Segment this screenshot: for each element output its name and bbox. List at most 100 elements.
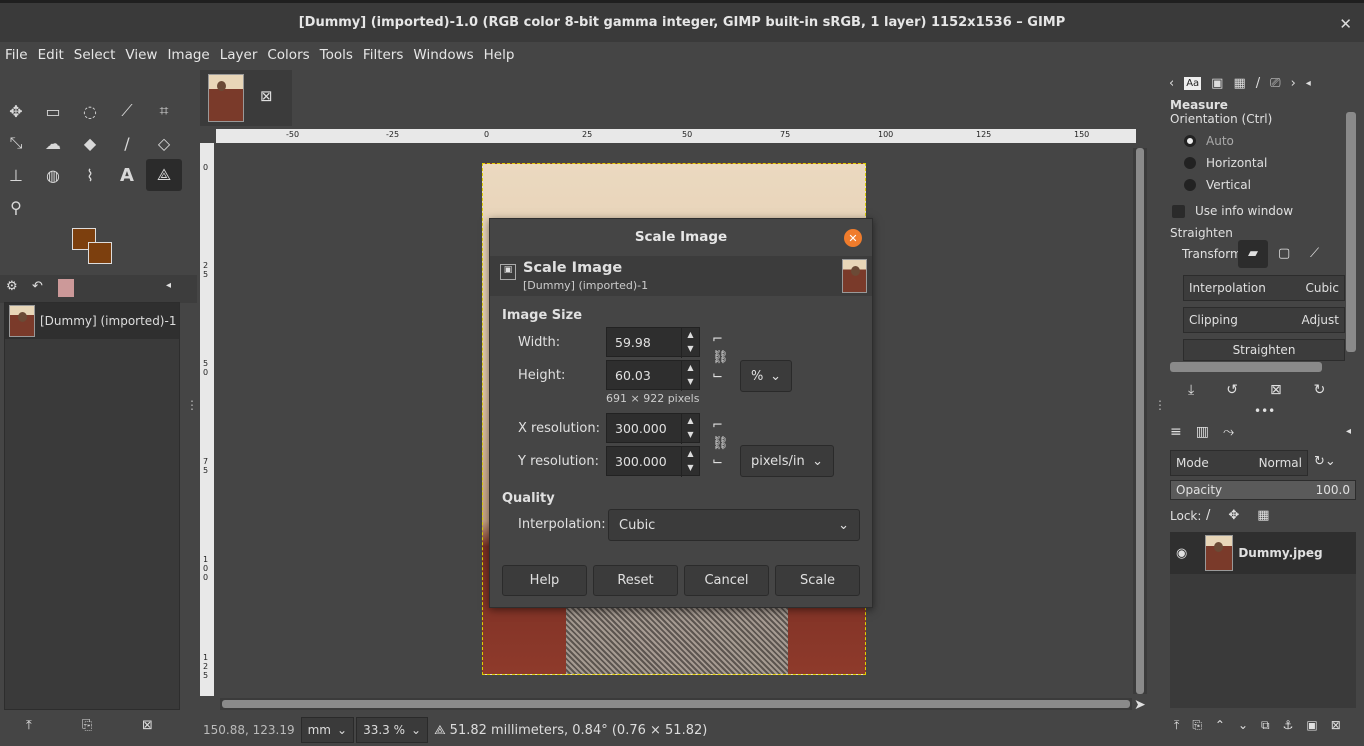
text-tool-icon[interactable]: A: [116, 164, 138, 186]
options-vscrollbar[interactable]: [1346, 112, 1356, 352]
help-button[interactable]: Help: [502, 565, 587, 596]
x-resolution-input[interactable]: 300.000 ▲ ▼: [606, 413, 700, 444]
lasso-icon[interactable]: ◌: [79, 100, 101, 122]
close-tab-icon[interactable]: ⊠: [260, 87, 273, 105]
close-icon[interactable]: ✕: [1339, 15, 1352, 33]
use-info-checkbox[interactable]: Use info window: [1172, 200, 1345, 222]
panel-menu-icon[interactable]: ◂: [166, 280, 171, 291]
resolution-chain-icon[interactable]: ⌐ ⛓ ⌙: [712, 417, 729, 471]
radio-vertical[interactable]: Vertical: [1184, 174, 1345, 196]
anchor-icon[interactable]: ⚓: [1283, 718, 1294, 733]
unit-select[interactable]: mm ⌄: [300, 717, 355, 743]
list-item[interactable]: [Dummy] (imported)-1: [5, 303, 179, 339]
panel-menu-icon[interactable]: ◂: [1306, 78, 1311, 89]
opacity-slider[interactable]: Opacity 100.0: [1170, 480, 1356, 500]
mode-select[interactable]: Mode Normal: [1170, 450, 1308, 476]
composite-mode-icon[interactable]: ↻⌄: [1314, 454, 1336, 469]
reset-button[interactable]: Reset: [593, 565, 678, 596]
lower-layer-icon[interactable]: ⌄: [1238, 718, 1248, 733]
menu-filters[interactable]: Filters: [358, 47, 408, 63]
menu-edit[interactable]: Edit: [33, 47, 69, 63]
measure-tool-icon[interactable]: ⟁: [146, 159, 182, 191]
radio-auto[interactable]: Auto: [1184, 130, 1345, 152]
fuzzy-select-icon[interactable]: ⟋: [116, 100, 138, 122]
chain-link-icon[interactable]: ⌐ ⛓ ⌙: [712, 331, 729, 385]
delete-icon[interactable]: ⊠: [142, 718, 153, 733]
lock-pixels-icon[interactable]: /: [1206, 508, 1210, 523]
panel-handle-icon[interactable]: ⋮: [1154, 398, 1166, 412]
paths-tab-icon[interactable]: ⤳: [1223, 424, 1234, 440]
zoom-select[interactable]: 33.3 % ⌄: [356, 717, 429, 743]
restore-icon[interactable]: ↺: [1226, 382, 1238, 398]
new-view-icon[interactable]: ⎘: [82, 718, 92, 733]
chevron-left-icon[interactable]: ‹: [1169, 76, 1174, 91]
brushes-tab-icon[interactable]: /: [1256, 76, 1260, 91]
clone-icon[interactable]: ⊥: [5, 164, 27, 186]
tool-options-tab-icon[interactable]: ⎚: [1270, 76, 1280, 91]
transform-icon[interactable]: ⤡: [5, 132, 27, 154]
device-status-icon[interactable]: ⚙: [6, 279, 18, 294]
spinner-arrows-icon[interactable]: ▲ ▼: [681, 414, 699, 444]
menu-colors[interactable]: Colors: [262, 47, 314, 63]
paths-icon[interactable]: ⌇: [79, 164, 101, 186]
spinner-arrows-icon[interactable]: ▲ ▼: [681, 447, 699, 477]
navigate-icon[interactable]: ➤: [1134, 697, 1146, 713]
straighten-button[interactable]: Straighten: [1183, 339, 1345, 361]
table-row[interactable]: ◉ Dummy.jpeg: [1170, 532, 1356, 574]
rect-select-icon[interactable]: ▭: [42, 100, 64, 122]
cancel-button[interactable]: Cancel: [684, 565, 769, 596]
background-color[interactable]: [88, 242, 112, 264]
new-layer-group-icon[interactable]: ⤒: [1174, 718, 1179, 733]
transform-selection-icon[interactable]: ▢: [1278, 246, 1290, 261]
smudge-icon[interactable]: ◍: [42, 164, 64, 186]
crop-icon[interactable]: ⌗: [153, 100, 175, 122]
new-layer-icon[interactable]: ⎘: [1192, 718, 1202, 733]
menu-image[interactable]: Image: [162, 47, 214, 63]
transform-path-icon[interactable]: ⟋: [1310, 246, 1319, 261]
height-input[interactable]: 60.03 ▲ ▼: [606, 360, 700, 391]
dock-separator-icon[interactable]: •••: [1254, 404, 1275, 418]
menu-layer[interactable]: Layer: [215, 47, 263, 63]
warp-icon[interactable]: ☁: [42, 132, 64, 154]
transform-layer-icon[interactable]: ▰: [1238, 240, 1268, 268]
duplicate-icon[interactable]: ⧉: [1261, 718, 1270, 733]
channels-tab-icon[interactable]: ▥: [1196, 424, 1209, 440]
raise-view-icon[interactable]: ⤒: [26, 718, 32, 733]
fonts-tab-icon[interactable]: Aa: [1184, 76, 1202, 90]
delete-icon[interactable]: ⊠: [1331, 718, 1341, 733]
menu-file[interactable]: File: [0, 47, 33, 63]
interpolation-select[interactable]: Interpolation Cubic: [1183, 275, 1345, 301]
resolution-unit-select[interactable]: pixels/in ⌄: [740, 445, 834, 477]
delete-icon[interactable]: ⊠: [1270, 382, 1282, 398]
menu-view[interactable]: View: [120, 47, 162, 63]
image-tab[interactable]: ⊠: [200, 70, 292, 126]
reset-icon[interactable]: ↻: [1314, 382, 1326, 398]
radio-horizontal[interactable]: Horizontal: [1184, 152, 1345, 174]
close-icon[interactable]: ✕: [844, 229, 862, 247]
horizontal-scrollbar[interactable]: [220, 698, 1132, 710]
size-unit-select[interactable]: % ⌄: [740, 360, 792, 392]
chevron-right-icon[interactable]: ›: [1291, 76, 1296, 91]
menu-select[interactable]: Select: [69, 47, 121, 63]
undo-history-icon[interactable]: ↶: [32, 279, 43, 294]
images-tab-icon[interactable]: ▣: [1211, 76, 1223, 91]
eye-icon[interactable]: ◉: [1176, 546, 1187, 561]
layers-tab-icon[interactable]: ≡: [1170, 424, 1182, 440]
clipping-select[interactable]: Clipping Adjust: [1183, 307, 1345, 333]
width-input[interactable]: 59.98 ▲ ▼: [606, 327, 700, 358]
lock-alpha-icon[interactable]: ▦: [1257, 508, 1269, 523]
images-tab-icon[interactable]: [58, 279, 74, 297]
interpolation-select[interactable]: Cubic ⌄: [608, 509, 860, 541]
patterns-tab-icon[interactable]: ▦: [1233, 76, 1245, 91]
eraser-icon[interactable]: ◇: [153, 132, 175, 154]
menu-tools[interactable]: Tools: [315, 47, 358, 63]
move-tool-icon[interactable]: ✥: [5, 100, 27, 122]
panel-menu-icon[interactable]: ◂: [1346, 426, 1351, 437]
mask-icon[interactable]: ▣: [1306, 718, 1317, 733]
panel-handle-icon[interactable]: ⋮: [186, 398, 198, 412]
menu-windows[interactable]: Windows: [408, 47, 478, 63]
raise-layer-icon[interactable]: ⌃: [1215, 718, 1225, 733]
lock-position-icon[interactable]: ✥: [1228, 508, 1239, 523]
y-resolution-input[interactable]: 300.000 ▲ ▼: [606, 446, 700, 477]
paintbrush-icon[interactable]: /: [116, 132, 138, 154]
